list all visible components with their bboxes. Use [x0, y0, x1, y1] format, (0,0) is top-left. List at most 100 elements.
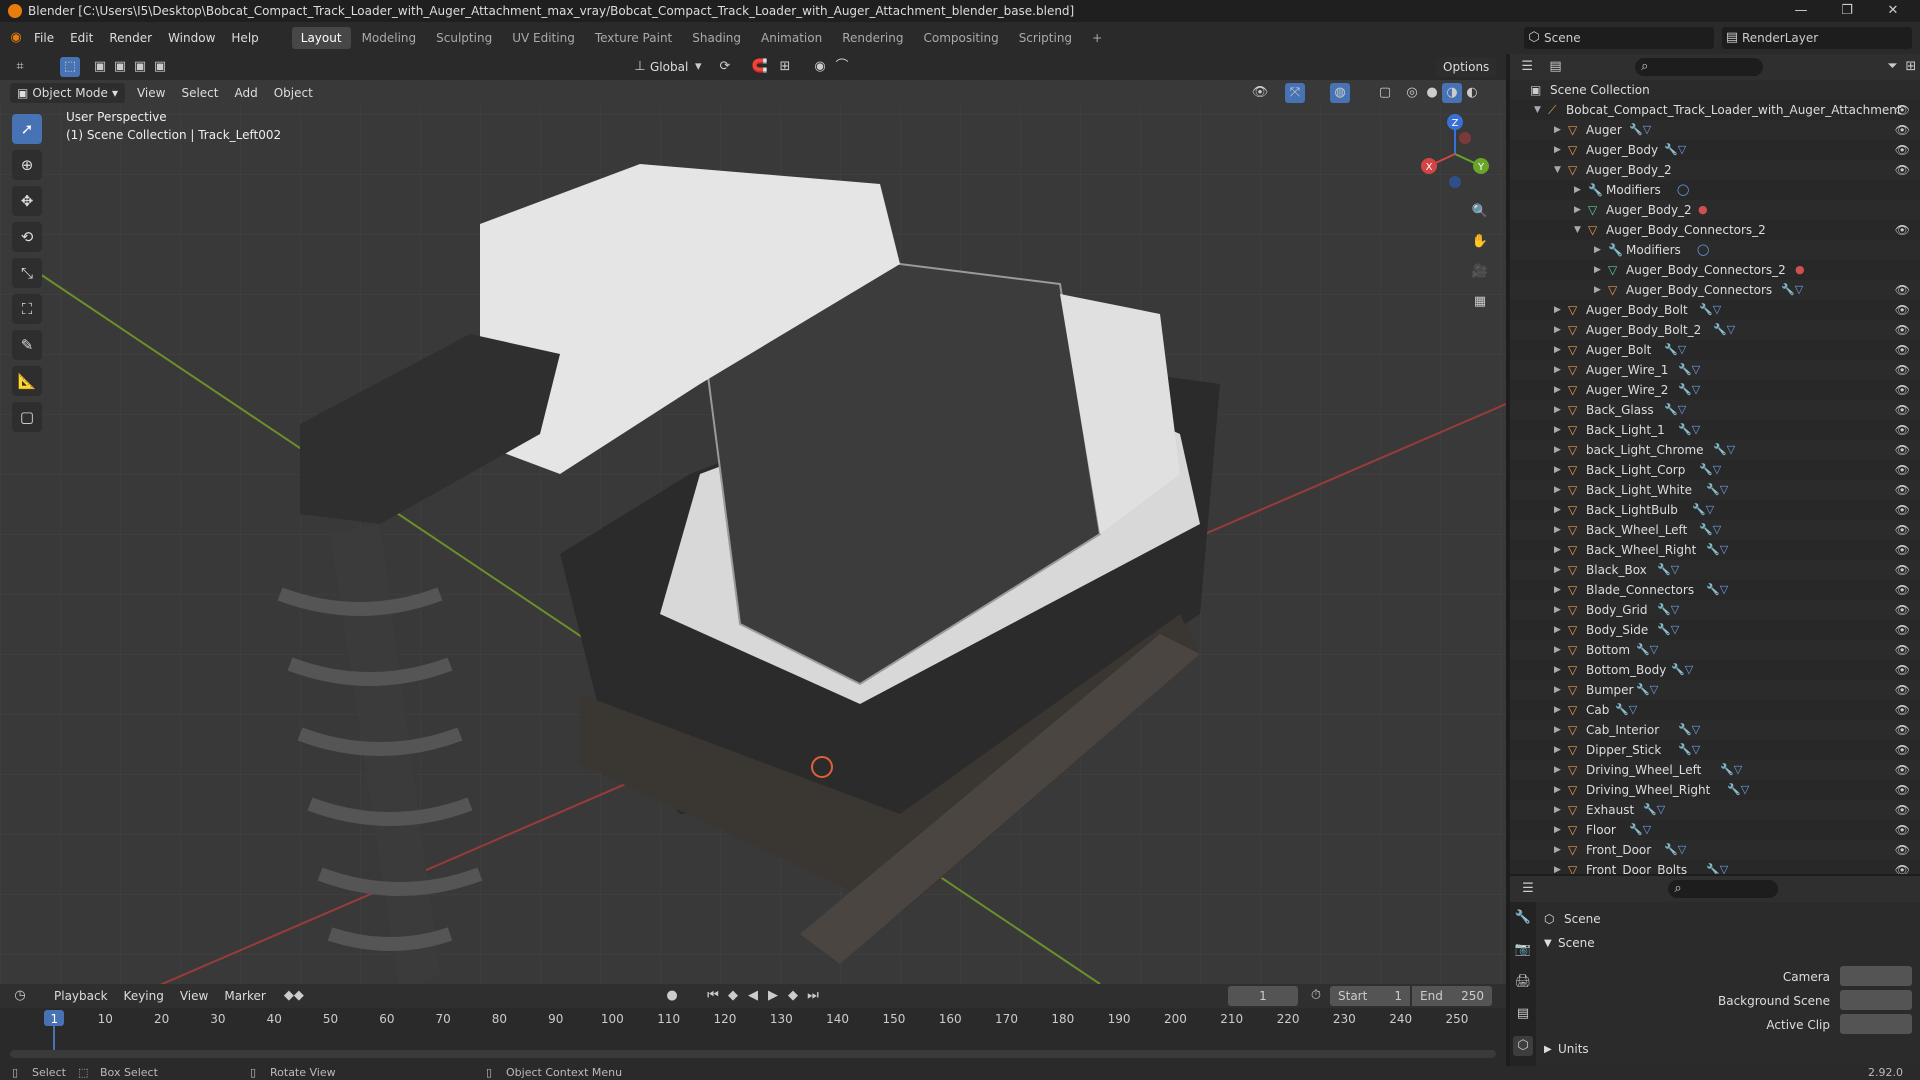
outliner-item[interactable]: ▶ ▽ Back_Light_1 🔧▽ 👁	[1510, 420, 1920, 440]
tab-scripting[interactable]: Scripting	[1010, 27, 1081, 49]
outliner-item-badges[interactable]: 🔧▽	[1706, 540, 1728, 560]
3d-viewport[interactable]: ⌗ ⬚ ▣ ▣ ▣ ▣ ⊥ Global ▾ ⟳ 🧲 ⊞ ◉ ⌒ Options…	[0, 54, 1506, 984]
disclosure-open-icon[interactable]: ▼	[1554, 160, 1564, 180]
tab-sculpting[interactable]: Sculpting	[427, 27, 501, 49]
visibility-eye-icon[interactable]: 👁	[1895, 400, 1910, 420]
cursor-tool[interactable]: ⊕	[12, 150, 42, 180]
outliner-item[interactable]: ▶ ▽ Front_Door_Bolts 🔧▽ 👁	[1510, 860, 1920, 874]
disclosure-closed-icon[interactable]: ▶	[1554, 320, 1564, 340]
timeline-panel[interactable]: ◷ Playback Keying View Marker ◆◆ ● ⏮ ◆ ◀…	[0, 984, 1506, 1066]
visibility-eye-icon[interactable]: 👁	[1895, 460, 1910, 480]
outliner-item-badges[interactable]: 🔧▽	[1643, 800, 1665, 820]
outliner-item[interactable]: ▶ ▽ Black_Box 🔧▽ 👁	[1510, 560, 1920, 580]
visibility-eye-icon[interactable]: 👁	[1895, 340, 1910, 360]
visibility-eye-icon[interactable]: 👁	[1895, 720, 1910, 740]
visibility-eye-icon[interactable]: 👁	[1895, 440, 1910, 460]
timeline-menu-keying[interactable]: Keying	[116, 980, 172, 1012]
visibility-eye-icon[interactable]: 👁	[1895, 480, 1910, 500]
outliner-item[interactable]: ▶ ▽ Back_Wheel_Right 🔧▽ 👁	[1510, 540, 1920, 560]
pan-hand-icon[interactable]: ✋	[1470, 232, 1490, 252]
disclosure-closed-icon[interactable]: ▶	[1554, 660, 1564, 680]
disclosure-closed-icon[interactable]: ▶	[1554, 540, 1564, 560]
disclosure-closed-icon[interactable]: ▶	[1594, 240, 1604, 260]
outliner-item[interactable]: ▶ ▽ back_Light_Chrome 🔧▽ 👁	[1510, 440, 1920, 460]
camera-field[interactable]	[1840, 966, 1912, 986]
outliner-item-badges[interactable]: 🔧▽	[1629, 820, 1651, 840]
disclosure-closed-icon[interactable]: ▶	[1574, 200, 1584, 220]
outliner-item-badges[interactable]: 🔧▽	[1706, 580, 1728, 600]
outliner-item[interactable]: ▶ ▽ Floor 🔧▽ 👁	[1510, 820, 1920, 840]
disclosure-closed-icon[interactable]: ▶	[1554, 520, 1564, 540]
visibility-eye-icon[interactable]: 👁	[1895, 380, 1910, 400]
disclosure-closed-icon[interactable]: ▶	[1554, 480, 1564, 500]
disclosure-closed-icon[interactable]: ▶	[1554, 840, 1564, 860]
visibility-eye-icon[interactable]: 👁	[1895, 520, 1910, 540]
outliner-item[interactable]: ▶ ▽ Auger_Body_Connectors_2 ●	[1510, 260, 1920, 280]
outliner-item-badges[interactable]: ●	[1795, 260, 1805, 280]
disclosure-closed-icon[interactable]: ▶	[1554, 800, 1564, 820]
stopwatch-icon[interactable]: ⏱	[1306, 986, 1326, 1006]
outliner-item-badges[interactable]: 🔧▽	[1678, 380, 1700, 400]
outliner-item[interactable]: ▶ 🔧 Modifiers ◯	[1510, 180, 1920, 200]
chevron-right-icon[interactable]: ▶	[1544, 1044, 1552, 1055]
outliner-item-badges[interactable]: 🔧▽	[1699, 460, 1721, 480]
transform-tool[interactable]: ⛶	[12, 294, 42, 324]
disclosure-closed-icon[interactable]: ▶	[1554, 600, 1564, 620]
outliner-item[interactable]: ▶ ▽ Exhaust 🔧▽ 👁	[1510, 800, 1920, 820]
disclosure-closed-icon[interactable]: ▶	[1574, 180, 1584, 200]
maximize-button[interactable]: ❐	[1824, 0, 1870, 22]
disclosure-closed-icon[interactable]: ▶	[1554, 380, 1564, 400]
visibility-eye-icon[interactable]: 👁	[1895, 300, 1910, 320]
outliner-item[interactable]: ▶ 🔧 Modifiers ◯	[1510, 240, 1920, 260]
blender-menu-icon[interactable]: ◉	[6, 28, 26, 48]
view-layer-tab-icon[interactable]: ▤	[1513, 1004, 1533, 1024]
disclosure-closed-icon[interactable]: ▶	[1554, 860, 1564, 874]
add-cube-tool[interactable]: ▢	[12, 402, 42, 432]
outliner-item-badges[interactable]: 🔧▽	[1727, 780, 1749, 800]
disclosure-closed-icon[interactable]: ▶	[1554, 120, 1564, 140]
outliner-item-badges[interactable]: 🔧▽	[1720, 760, 1742, 780]
outliner-item-badges[interactable]: 🔧▽	[1657, 560, 1679, 580]
outliner-item-badges[interactable]: 🔧▽	[1678, 740, 1700, 760]
disclosure-closed-icon[interactable]: ▶	[1554, 360, 1564, 380]
disclosure-closed-icon[interactable]: ▶	[1554, 640, 1564, 660]
tab-layout[interactable]: Layout	[291, 27, 351, 49]
outliner-item-badges[interactable]: 🔧▽	[1657, 600, 1679, 620]
outliner-item-badges[interactable]: 🔧▽	[1713, 320, 1735, 340]
add-workspace-button[interactable]: +	[1083, 27, 1111, 49]
visibility-eye-icon[interactable]: 👁	[1895, 540, 1910, 560]
outliner-item[interactable]: ▶ ▽ Driving_Wheel_Left 🔧▽ 👁	[1510, 760, 1920, 780]
properties-editor-icon[interactable]: ☰	[1518, 879, 1538, 899]
outliner-item[interactable]: ▶ ▽ Back_Light_Corp 🔧▽ 👁	[1510, 460, 1920, 480]
disclosure-closed-icon[interactable]: ▶	[1554, 560, 1564, 580]
display-mode-icon[interactable]: ▤	[1546, 57, 1564, 77]
jump-keyframe-forward-icon[interactable]: ◆	[783, 986, 803, 1006]
disclosure-closed-icon[interactable]: ▶	[1554, 500, 1564, 520]
outliner-item-badges[interactable]: 🔧▽	[1664, 340, 1686, 360]
disclosure-closed-icon[interactable]: ▶	[1554, 580, 1564, 600]
outliner-item[interactable]: ▶ ▽ Auger_Body_Connectors 🔧▽ 👁	[1510, 280, 1920, 300]
visibility-eye-icon[interactable]: 👁	[1895, 820, 1910, 840]
visibility-eye-icon[interactable]: 👁	[1895, 840, 1910, 860]
outliner-item[interactable]: ▶ ▽ Bottom 🔧▽ 👁	[1510, 640, 1920, 660]
move-tool[interactable]: ✥	[12, 186, 42, 216]
visibility-eye-icon[interactable]: 👁	[1895, 660, 1910, 680]
outliner-item[interactable]: ▶ ▽ Auger_Body_Bolt_2 🔧▽ 👁	[1510, 320, 1920, 340]
menu-help[interactable]: Help	[223, 22, 266, 54]
measure-tool[interactable]: 📐	[12, 366, 42, 396]
outliner-item-badges[interactable]: 🔧▽	[1706, 480, 1728, 500]
visibility-eye-icon[interactable]: 👁	[1895, 140, 1910, 160]
outliner-item[interactable]: ▶ ▽ Bottom_Body 🔧▽ 👁	[1510, 660, 1920, 680]
visibility-eye-icon[interactable]: 👁	[1895, 320, 1910, 340]
visibility-eye-icon[interactable]: 👁	[1895, 160, 1910, 180]
background-scene-field[interactable]	[1840, 990, 1912, 1010]
outliner-item-badges[interactable]: ◯	[1677, 180, 1689, 200]
visibility-eye-icon[interactable]: 👁	[1895, 600, 1910, 620]
outliner-item-badges[interactable]: 🔧▽	[1706, 860, 1728, 874]
outliner-editor-icon[interactable]: ☰	[1518, 57, 1536, 77]
scene-collection-row[interactable]: ▣ Scene Collection	[1510, 80, 1920, 100]
visibility-eye-icon[interactable]: 👁	[1895, 360, 1910, 380]
record-icon[interactable]: ●	[662, 986, 682, 1006]
tab-compositing[interactable]: Compositing	[914, 27, 1007, 49]
disclosure-closed-icon[interactable]: ▶	[1554, 780, 1564, 800]
